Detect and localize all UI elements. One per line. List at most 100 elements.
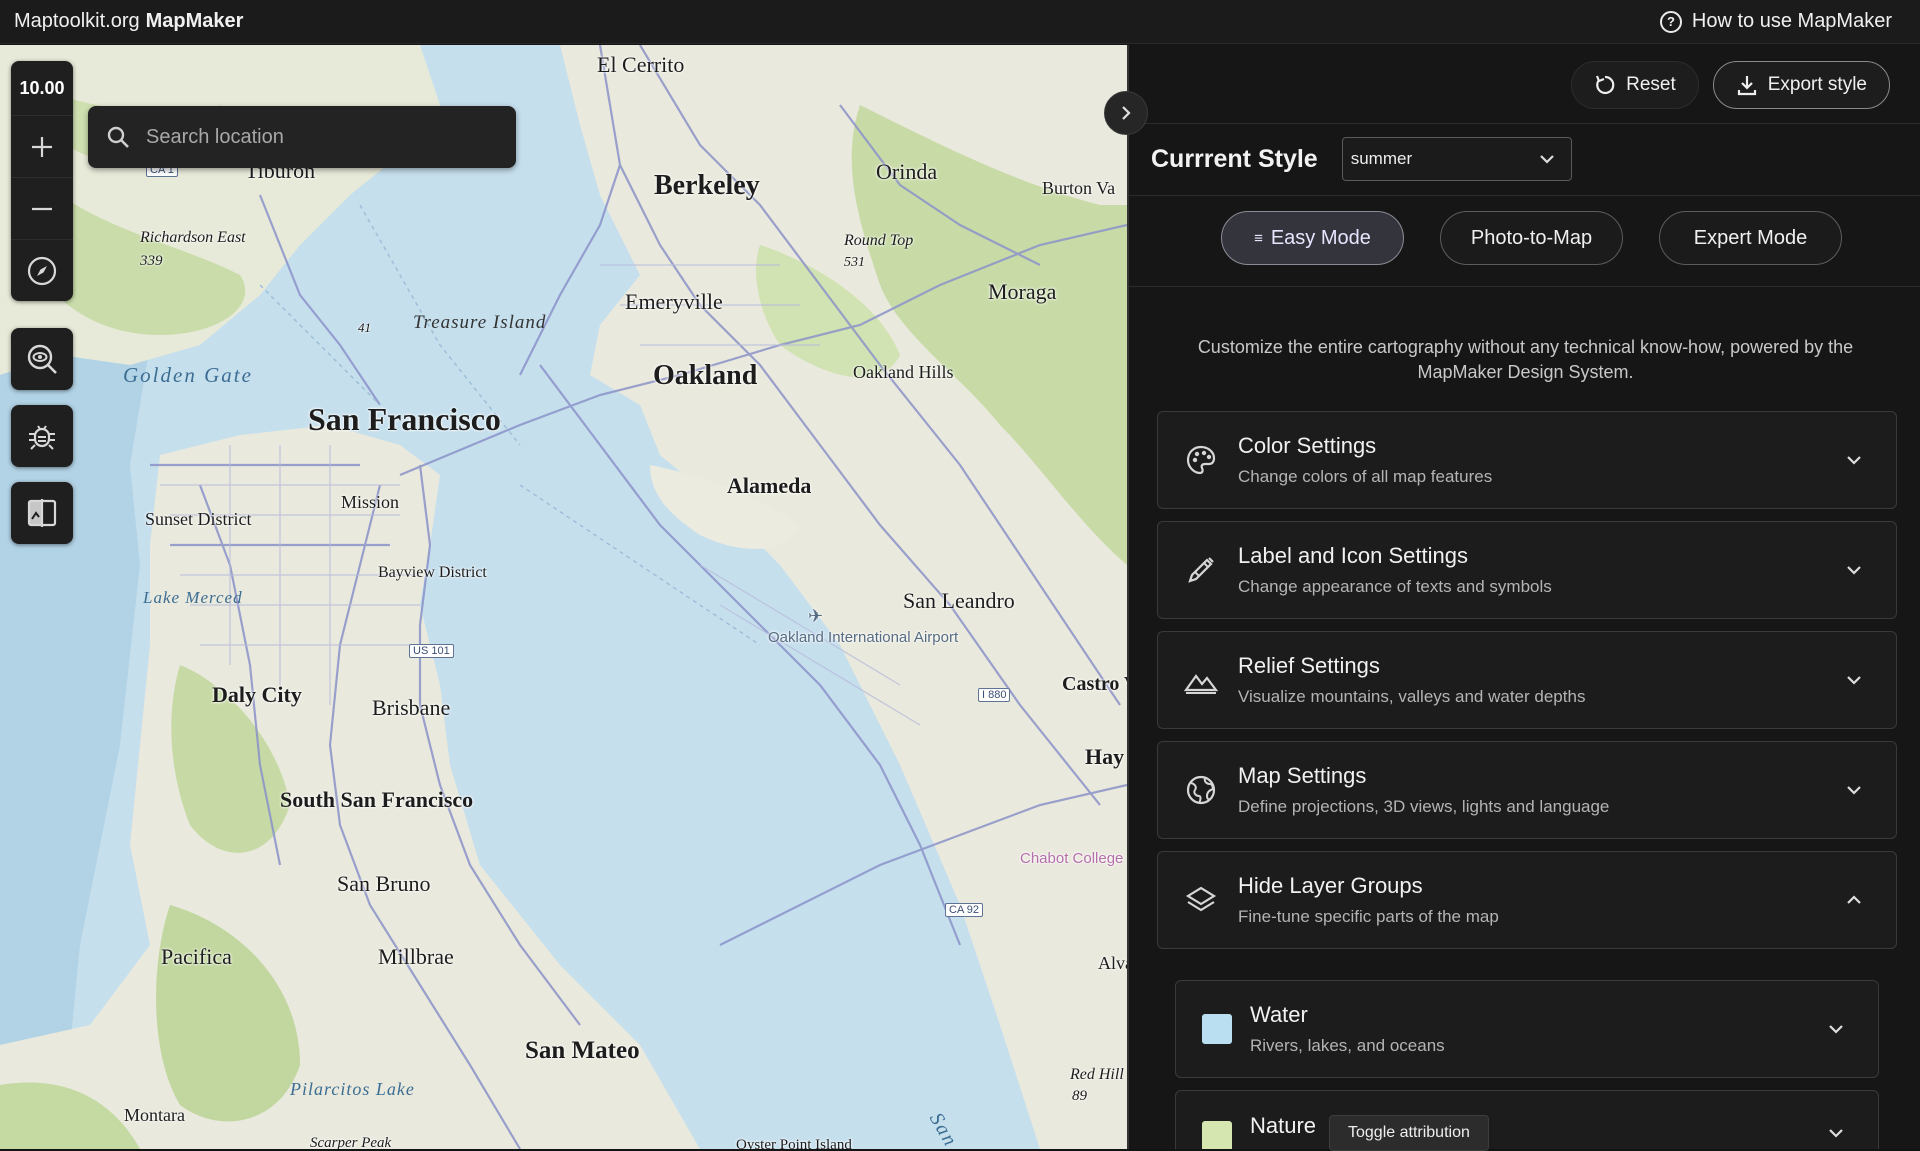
- compass-button[interactable]: [11, 239, 73, 301]
- pen-icon: [1184, 553, 1218, 587]
- chevron-down-icon: [1824, 1121, 1848, 1145]
- map-canvas[interactable]: El Cerrito Tiburon Berkeley Orinda Burto…: [0, 45, 1127, 1149]
- map-label: Mission: [341, 492, 400, 512]
- map-label: South San Francisco: [280, 787, 474, 812]
- map-label: Lake Merced: [143, 588, 243, 607]
- zoom-controls: 10.00: [11, 61, 73, 301]
- map-label: Chabot College: [1020, 850, 1124, 867]
- download-icon: [1737, 76, 1756, 96]
- layer-group-subtitle: Rivers, lakes, and oceans: [1250, 1036, 1445, 1055]
- map-label: Oyster Point Island: [736, 1137, 852, 1149]
- compare-button[interactable]: [11, 482, 73, 544]
- map-label: Richardson East: [140, 229, 246, 246]
- attribution-tooltip: Toggle attribution: [1329, 1115, 1489, 1151]
- mode-label: Photo-to-Map: [1470, 226, 1593, 249]
- map-label: Pilarcitos Lake: [290, 1079, 415, 1099]
- search-box: [88, 106, 516, 168]
- map-label: Oakland: [653, 360, 758, 391]
- brand-prefix: Maptoolkit.org: [14, 10, 140, 32]
- highway-shield: US 101: [409, 644, 454, 658]
- map-label: San Leandro: [903, 588, 1015, 613]
- map-label: Bayview District: [378, 564, 487, 581]
- palette-icon: [1184, 443, 1218, 477]
- layer-group-title: Water: [1250, 1002, 1308, 1027]
- easy-mode-button[interactable]: ≡ Easy Mode: [1221, 211, 1404, 265]
- divider: [1129, 286, 1920, 287]
- map-label: San Francisco: [308, 401, 501, 437]
- map-label: Scarper Peak: [310, 1135, 392, 1149]
- plus-icon: [32, 136, 52, 157]
- zoom-in-button[interactable]: [11, 115, 73, 177]
- map-label: Daly City: [212, 682, 302, 707]
- section-title: Label and Icon Settings: [1238, 543, 1468, 568]
- mode-label: Easy Mode: [1270, 226, 1371, 249]
- split-view-icon: [27, 499, 57, 527]
- section-subtitle: Change colors of all map features: [1238, 467, 1493, 486]
- brand-name: MapMaker: [145, 10, 244, 32]
- relief-settings-section[interactable]: Relief Settings Visualize mountains, val…: [1157, 631, 1897, 729]
- divider: [1129, 195, 1920, 196]
- map-label: Emeryville: [625, 289, 723, 314]
- expert-mode-button[interactable]: Expert Mode: [1659, 211, 1842, 265]
- collapse-panel-button[interactable]: [1104, 91, 1148, 135]
- section-title: Relief Settings: [1238, 653, 1380, 678]
- top-bar: Maptoolkit.org MapMaker ? How to use MapM…: [0, 0, 1920, 44]
- hide-layer-groups-section[interactable]: Hide Layer Groups Fine-tune specific par…: [1157, 851, 1897, 949]
- section-subtitle: Visualize mountains, valleys and water d…: [1238, 687, 1586, 706]
- map-label: Millbrae: [378, 944, 454, 969]
- layer-group-nature[interactable]: Nature: [1175, 1090, 1879, 1149]
- chevron-down-icon: [1824, 1017, 1848, 1041]
- export-style-button[interactable]: Export style: [1712, 61, 1890, 109]
- debug-button[interactable]: [11, 405, 73, 467]
- mountain-icon: [1184, 663, 1218, 697]
- map-settings-section[interactable]: Map Settings Define projections, 3D view…: [1157, 741, 1897, 839]
- section-subtitle: Define projections, 3D views, lights and…: [1238, 797, 1610, 816]
- style-select[interactable]: summer: [1341, 137, 1572, 181]
- chevron-down-icon: [1539, 155, 1554, 164]
- help-link[interactable]: ? How to use MapMaker: [1659, 10, 1906, 33]
- search-input[interactable]: [144, 124, 478, 150]
- reset-button[interactable]: Reset: [1571, 61, 1699, 109]
- mode-label: Expert Mode: [1693, 226, 1808, 249]
- nature-color-swatch: [1202, 1121, 1232, 1149]
- map-label: Sunset District: [145, 509, 252, 529]
- panel-actions: Reset Export style: [1571, 61, 1890, 109]
- map-label: Round Top: [844, 232, 914, 249]
- label-icon-settings-section[interactable]: Label and Icon Settings Change appearanc…: [1157, 521, 1897, 619]
- airport-icon: ✈: [808, 606, 824, 626]
- photo-to-map-button[interactable]: Photo-to-Map: [1440, 211, 1623, 265]
- layers-icon: [1184, 883, 1218, 917]
- layer-group-water[interactable]: Water Rivers, lakes, and oceans: [1175, 980, 1879, 1078]
- brand[interactable]: Maptoolkit.org MapMaker: [14, 10, 243, 33]
- map-label: 41: [358, 320, 371, 335]
- inspect-control: [11, 328, 73, 390]
- map-label: 89: [1072, 1088, 1087, 1104]
- map-label: 339: [140, 253, 163, 269]
- style-panel: Reset Export style Currrent Style summer…: [1127, 45, 1920, 1149]
- globe-icon: [1184, 773, 1218, 807]
- chevron-down-icon: [1842, 558, 1866, 582]
- map-label: Hay: [1085, 744, 1125, 769]
- map-label: Oakland International Airport: [768, 629, 959, 646]
- section-title: Map Settings: [1238, 763, 1367, 788]
- color-settings-section[interactable]: Color Settings Change colors of all map …: [1157, 411, 1897, 509]
- map-label: Red Hill: [1070, 1066, 1124, 1083]
- map-label: Castro V: [1062, 673, 1127, 695]
- zoom-out-button[interactable]: [11, 177, 73, 239]
- inspect-button[interactable]: [11, 328, 73, 390]
- map-label: Burton Va: [1042, 178, 1116, 198]
- debug-control: [11, 405, 73, 467]
- map-label: Berkeley: [654, 170, 760, 201]
- highway-shield: CA 92: [945, 903, 983, 917]
- chevron-down-icon: [1842, 778, 1866, 802]
- help-label: How to use MapMaker: [1691, 10, 1892, 32]
- style-select-value: summer: [1350, 149, 1413, 168]
- mode-switch: ≡ Easy Mode Photo-to-Map Expert Mode: [1221, 211, 1842, 265]
- divider: [1129, 123, 1920, 124]
- sliders-icon: ≡: [1254, 229, 1263, 247]
- map-label: Treasure Island: [413, 312, 547, 333]
- water-color-swatch: [1202, 1014, 1232, 1044]
- current-style-title: Currrent Style: [1151, 144, 1318, 173]
- map-label: Golden Gate: [123, 363, 253, 387]
- eye-search-icon: [27, 344, 57, 374]
